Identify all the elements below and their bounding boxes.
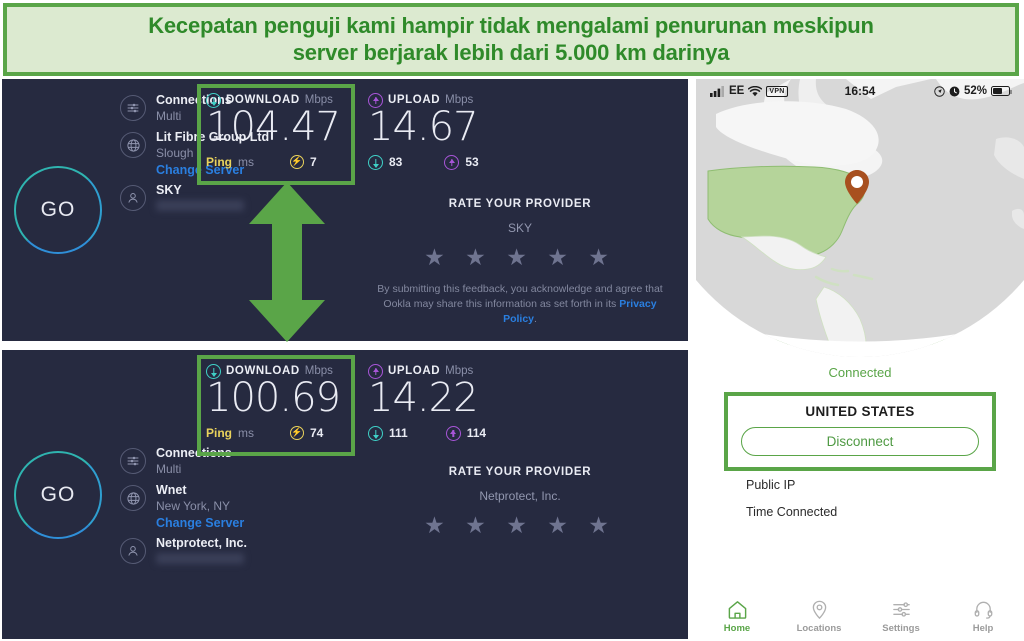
download-arrow-icon [206,363,221,379]
status-bar-time: 16:54 [844,84,876,98]
tab-help-label: Help [972,622,994,634]
home-icon [728,600,746,619]
rating-stars-top[interactable]: ★ ★ ★ ★ ★ [370,244,670,271]
connection-status: Connected [828,365,892,380]
speedtest-panel-top: GO Connections Multi Lit Fibre Group Ltd… [2,79,688,341]
tab-help[interactable]: Help [942,599,1024,634]
go-button-container-bottom: GO [2,350,114,639]
ping-label-top: Ping [206,154,232,169]
headline-banner: Kecepatan penguji kami hampir tidak meng… [3,3,1019,76]
ping-icon: ⚡ [290,154,304,169]
sub-upload-icon [445,425,461,441]
server-city-bottom: New York, NY [156,499,231,513]
tab-home[interactable]: Home [696,599,778,634]
ping-value-top: 7 [310,154,317,169]
sub-download-value-top: 83 [389,155,403,170]
sub-download-icon [368,425,383,441]
speedtest-panel-bottom: GO Connections Multi Wnet New York, NY C… [2,350,688,639]
bottom-tab-bar: Home Locations Settings Help [696,591,1024,641]
connection-highlight-box: UNITED STATES Disconnect [724,392,996,471]
headline-text: Kecepatan penguji kami hampir tidak meng… [130,13,892,67]
provider-ip-bottom [156,553,244,564]
provider-ip-top [156,200,244,211]
tab-settings-label: Settings [882,622,920,634]
disconnect-button[interactable]: Disconnect [741,427,979,456]
sub-download-value-bottom: 111 [389,426,408,441]
rate-disclaimer-top: By submitting this feedback, you acknowl… [370,282,670,328]
connections-title-bottom: Connections [156,446,232,460]
download-value-bottom: 100.69 [206,375,341,421]
upload-block-top: UPLOAD Mbps 14.67 83 53 [368,87,516,170]
upload-value-bottom: 14.22 [368,375,479,421]
vpn-app-screenshot: EE VPN 16:54 52% Connected UNITED STATES… [696,79,1024,641]
pin-icon [812,600,826,619]
provider-row-bottom: Netprotect, Inc. [114,536,294,570]
disclaimer-period: . [534,313,537,326]
connections-row-bottom: Connections Multi [114,446,294,480]
connection-panel: Connected UNITED STATES Disconnect Publi… [696,360,1024,525]
rate-provider-name-top: SKY [507,221,532,235]
server-name-bottom: Wnet [156,483,187,497]
tab-locations-label: Locations [796,622,842,634]
person-icon [120,185,146,211]
disclaimer-line-1: By submitting this feedback, you acknowl… [377,283,663,295]
tab-home-label: Home [723,622,751,634]
connections-icon [120,448,146,474]
disclaimer-line-2: Ookla may share this information as set … [383,298,620,311]
upload-arrow-icon [368,92,383,108]
ping-label-bottom: Ping [206,425,232,440]
upload-value-top: 14.67 [368,104,479,150]
rating-stars-bottom[interactable]: ★ ★ ★ ★ ★ [370,512,670,539]
time-connected-label: Time Connected [746,504,838,519]
provider-name-bottom: Netprotect, Inc. [156,536,247,550]
download-value-top: 104.47 [206,104,341,150]
globe-icon [120,485,146,511]
ping-unit-bottom: ms [238,425,254,440]
rate-provider-bottom: RATE YOUR PROVIDER Netprotect, Inc. ★ ★ … [370,466,670,539]
privacy-link-2[interactable]: Policy [503,313,534,325]
sub-download-icon [368,154,383,170]
sliders-icon [892,601,910,617]
ping-icon: ⚡ [290,425,304,440]
ping-unit-top: ms [238,154,254,169]
go-button-container-top: GO [2,79,114,341]
public-ip-label: Public IP [746,477,796,492]
download-block-top: DOWNLOAD Mbps 104.47 Ping ms ⚡ 7 [206,87,354,170]
upload-block-bottom: UPLOAD Mbps 14.22 111 114 [368,358,516,441]
go-button-top[interactable]: GO [14,166,102,254]
sub-upload-value-top: 53 [465,155,479,170]
download-block-bottom: DOWNLOAD Mbps 100.69 Ping ms ⚡ 74 [206,358,354,441]
tab-settings[interactable]: Settings [860,599,942,634]
download-arrow-icon [206,92,221,108]
rate-title-bottom: RATE YOUR PROVIDER [448,466,592,478]
go-button-bottom[interactable]: GO [14,450,102,539]
globe-icon [120,132,146,158]
headline-line-1: Kecepatan penguji kami hampir tidak meng… [148,12,874,38]
headline-line-2: server berjarak lebih dari 5.000 km dari… [292,39,730,65]
sub-upload-icon [444,154,460,170]
phone-status-bar: EE VPN 16:54 52% [696,79,1024,103]
server-row-bottom: Wnet New York, NY Change Server [114,483,294,533]
connected-country: UNITED STATES [805,404,915,419]
privacy-link-1[interactable]: Privacy [619,298,656,310]
comparison-double-arrow-icon [249,182,325,342]
ping-value-bottom: 74 [310,425,324,440]
battery-icon [991,86,1012,96]
upload-arrow-icon [368,363,383,379]
headset-icon [974,601,992,619]
detail-row-public-ip: Public IP [746,471,1024,498]
world-map [696,79,1024,360]
sub-upload-value-bottom: 114 [466,426,487,441]
rate-title-top: RATE YOUR PROVIDER [448,198,592,210]
person-icon [120,538,146,564]
change-server-link-bottom[interactable]: Change Server [156,516,294,530]
connections-icon [120,95,146,121]
rate-provider-top: RATE YOUR PROVIDER SKY ★ ★ ★ ★ ★ By subm… [370,198,670,328]
connection-details: Public IP Time Connected [746,471,1024,525]
rate-provider-name-bottom: Netprotect, Inc. [479,489,561,503]
detail-row-time-connected: Time Connected [746,498,1024,525]
connections-sub-bottom: Multi [156,462,182,476]
screenshot-root: Kecepatan penguji kami hampir tidak meng… [0,0,1024,641]
tab-locations[interactable]: Locations [778,599,860,634]
